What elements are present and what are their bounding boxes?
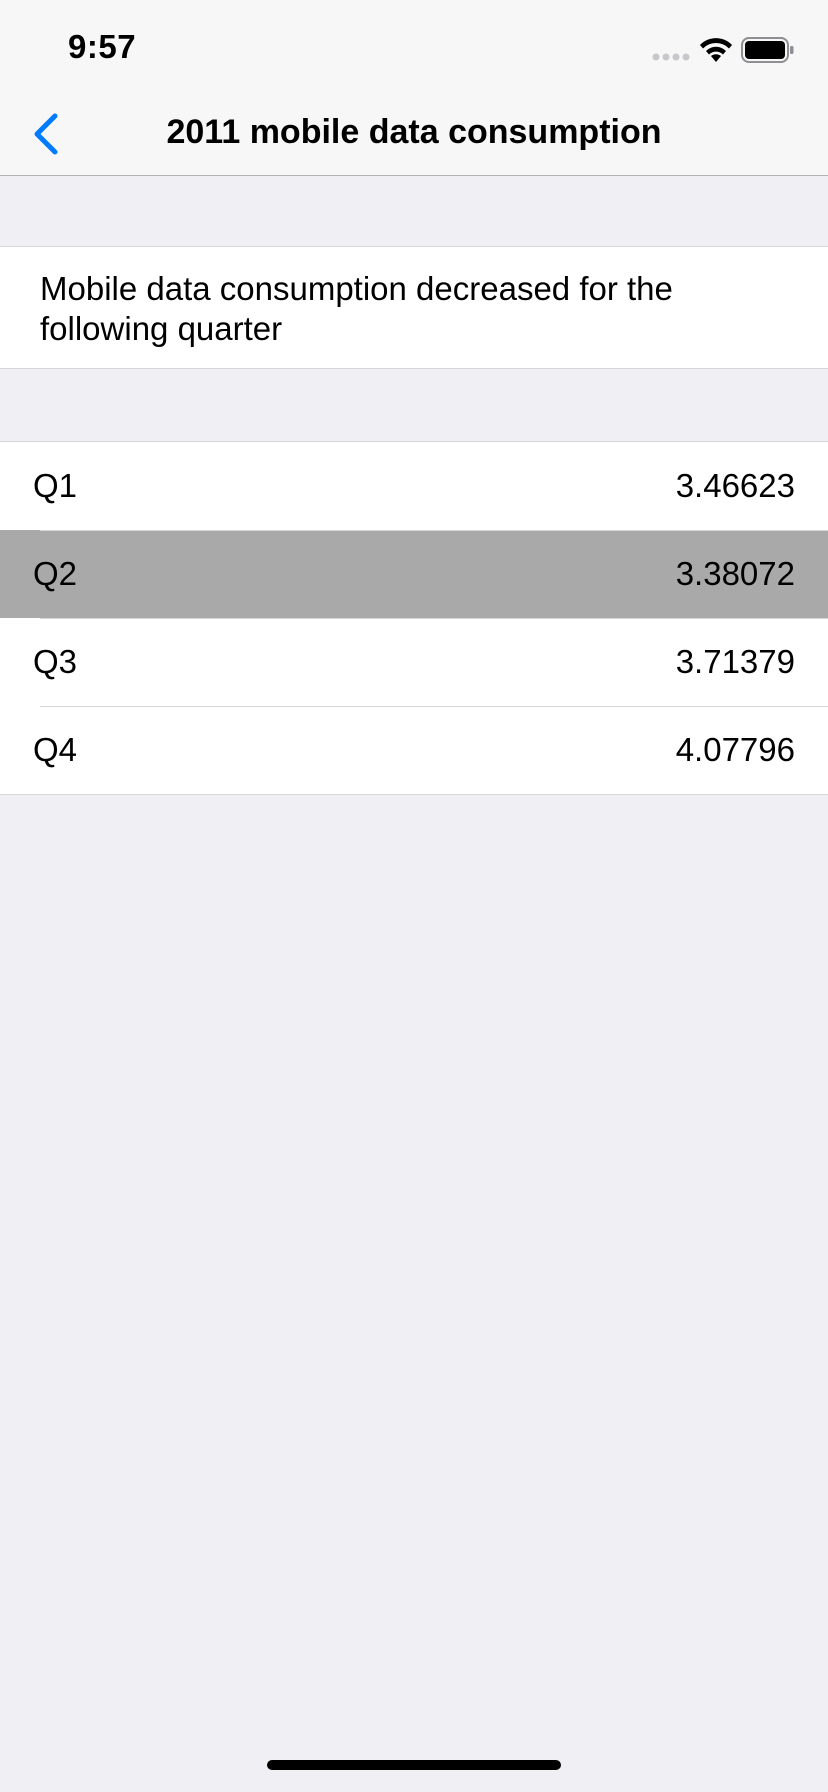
row-label: Q3 [33,643,78,680]
row-label: Q4 [33,731,78,768]
status-time: 9:57 [68,28,137,65]
quarter-table: Q1 3.46623 Q2 3.38072 Q3 3.71379 Q4 4.07… [0,441,828,795]
home-indicator[interactable] [267,1760,561,1770]
table-row-selected[interactable]: Q2 3.38072 [0,530,828,618]
row-value: 3.38072 [675,555,795,592]
cellular-signal-icon [652,53,690,61]
back-button[interactable] [18,106,74,162]
chevron-left-icon [34,113,58,155]
summary-cell: Mobile data consumption decreased for th… [0,246,828,369]
wifi-icon [700,38,732,62]
row-value: 3.71379 [675,643,795,680]
table-row[interactable]: Q3 3.71379 [0,618,828,706]
row-label: Q1 [33,467,78,504]
row-value: 3.46623 [675,467,795,504]
battery-icon [741,37,794,63]
summary-text: Mobile data consumption decreased for th… [40,270,673,347]
page-title: 2011 mobile data consumption [166,113,662,151]
row-value: 4.07796 [675,731,795,768]
status-bar: 9:57 [0,0,828,88]
row-label: Q2 [33,555,78,592]
table-row[interactable]: Q4 4.07796 [0,706,828,794]
table-row[interactable]: Q1 3.46623 [0,442,828,530]
navigation-bar: 2011 mobile data consumption [0,88,828,176]
